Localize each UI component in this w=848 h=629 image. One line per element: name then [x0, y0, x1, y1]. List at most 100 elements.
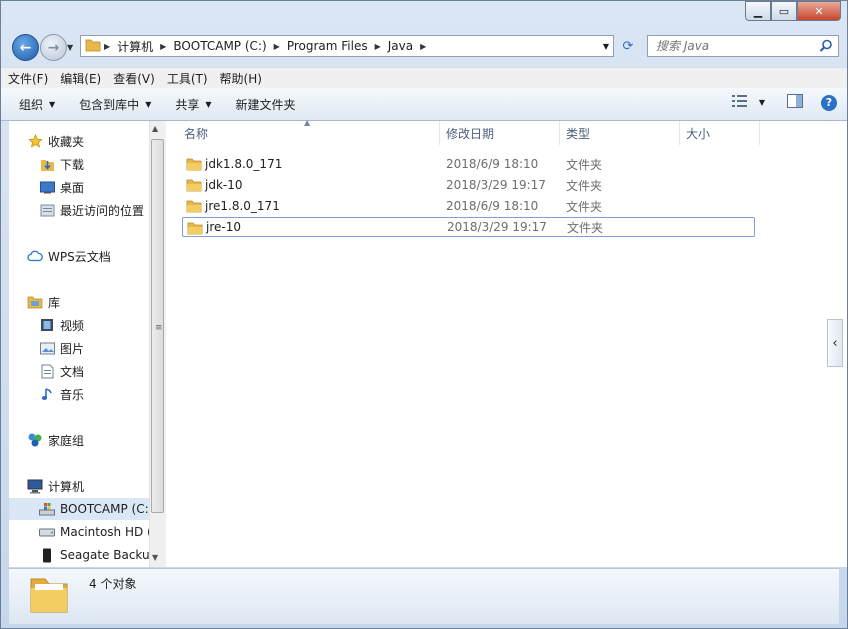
nav-homegroup[interactable]: 家庭组: [27, 429, 84, 451]
arrow-right-icon: →: [47, 39, 60, 56]
maximize-button[interactable]: ▭: [771, 1, 797, 21]
nav-seagate-label: Seagate Backup: [60, 548, 149, 562]
nav-documents-label: 文档: [60, 364, 85, 379]
file-name: jdk-10: [205, 178, 243, 192]
back-button[interactable]: ←: [12, 34, 39, 61]
navigation-pane: 收藏夹 下载 桌面 最近访问的位置 WPS云文档 库 视频 图片 文档 音乐 家…: [9, 121, 149, 567]
file-date: 2018/6/9 18:10: [446, 199, 539, 213]
forward-button[interactable]: →: [40, 34, 67, 61]
item-count: 4 个对象: [89, 577, 137, 591]
folder-icon: [186, 178, 202, 195]
file-type: 文件夹: [566, 199, 603, 214]
column-header-type[interactable]: 类型: [560, 121, 680, 145]
column-size-label: 大小: [686, 126, 711, 141]
scrollbar-thumb[interactable]: ≡: [151, 139, 164, 513]
recent-pages-dropdown[interactable]: ▼: [67, 43, 73, 52]
folder-icon: [85, 38, 101, 55]
search-icon[interactable]: [819, 39, 833, 56]
nav-downloads[interactable]: 下载: [39, 153, 84, 175]
breadcrumb-computer[interactable]: 计算机: [113, 38, 157, 55]
breadcrumb-separator-icon[interactable]: ▶: [372, 42, 384, 51]
preview-pane-toggle[interactable]: ‹: [827, 319, 843, 367]
file-name: jre1.8.0_171: [205, 199, 280, 213]
menu-file[interactable]: 文件(F): [3, 70, 53, 87]
column-type-label: 类型: [566, 126, 591, 141]
chevron-down-icon: ▼: [49, 99, 56, 109]
file-row[interactable]: jre1.8.0_171 2018/6/9 18:10 文件夹: [182, 196, 755, 216]
address-dropdown-icon[interactable]: ▼: [603, 42, 609, 51]
breadcrumb-separator-icon[interactable]: ▶: [157, 42, 169, 51]
navigation-row: ← → ▼ ▶ 计算机 ▶ BOOTCAMP (C:) ▶ Program Fi…: [1, 31, 847, 63]
breadcrumb-separator-icon[interactable]: ▶: [417, 42, 429, 51]
windows-drive-icon: [39, 501, 55, 517]
view-options-icon[interactable]: [731, 94, 749, 111]
file-name: jre-10: [206, 220, 241, 234]
breadcrumb-separator-icon[interactable]: ▶: [101, 42, 113, 51]
column-header-size[interactable]: 大小: [680, 121, 760, 145]
organize-button[interactable]: 组织 ▼: [13, 96, 61, 113]
breadcrumb-program-files[interactable]: Program Files: [283, 39, 372, 53]
star-icon: [27, 133, 43, 149]
nav-computer-label: 计算机: [48, 479, 85, 494]
view-options-dropdown-icon[interactable]: ▼: [759, 98, 765, 107]
folder-icon: [187, 221, 203, 238]
minimize-button[interactable]: ▁: [745, 1, 771, 21]
menu-view[interactable]: 查看(V): [108, 70, 160, 87]
window-controls: ▁ ▭ ✕: [745, 1, 841, 21]
file-row[interactable]: jre-10 2018/3/29 19:17 文件夹: [182, 217, 755, 237]
nav-desktop[interactable]: 桌面: [39, 176, 84, 198]
nav-videos[interactable]: 视频: [39, 314, 84, 336]
search-box[interactable]: [647, 35, 839, 57]
chevron-down-icon: ▼: [145, 99, 152, 109]
menu-edit[interactable]: 编辑(E): [55, 70, 106, 87]
nav-downloads-label: 下载: [60, 157, 85, 172]
nav-documents[interactable]: 文档: [39, 360, 84, 382]
refresh-button[interactable]: ⟳: [617, 35, 639, 57]
picture-icon: [39, 340, 55, 356]
file-type: 文件夹: [566, 178, 603, 193]
nav-desktop-label: 桌面: [60, 180, 85, 195]
menu-help[interactable]: 帮助(H): [215, 70, 267, 87]
breadcrumb-bootcamp[interactable]: BOOTCAMP (C:): [169, 39, 270, 53]
music-note-icon: [39, 386, 55, 402]
breadcrumb-java[interactable]: Java: [384, 39, 417, 53]
navigation-scrollbar[interactable]: ▲ ≡ ▼: [149, 121, 166, 567]
new-folder-button[interactable]: 新建文件夹: [230, 96, 302, 113]
file-list: ▲ 名称 修改日期 类型 大小 jdk1.8.0_171 2018/6/9 18…: [166, 118, 826, 567]
file-row[interactable]: jdk-10 2018/3/29 19:17 文件夹: [182, 175, 755, 195]
nav-music[interactable]: 音乐: [39, 383, 84, 405]
nav-wps-cloud[interactable]: WPS云文档: [27, 245, 111, 267]
library-icon: [27, 294, 43, 310]
scroll-up-icon[interactable]: ▲: [152, 124, 158, 133]
file-row[interactable]: jdk1.8.0_171 2018/6/9 18:10 文件夹: [182, 154, 755, 174]
nav-seagate-drive[interactable]: Seagate Backup: [39, 544, 149, 566]
nav-music-label: 音乐: [60, 387, 85, 402]
video-icon: [39, 317, 55, 333]
nav-bootcamp-drive[interactable]: BOOTCAMP (C:): [9, 498, 149, 520]
search-input[interactable]: [654, 38, 818, 54]
nav-computer[interactable]: 计算机: [27, 475, 84, 497]
file-name: jdk1.8.0_171: [205, 157, 283, 171]
nav-libraries[interactable]: 库: [27, 291, 60, 313]
address-bar[interactable]: ▶ 计算机 ▶ BOOTCAMP (C:) ▶ Program Files ▶ …: [80, 35, 614, 57]
chevron-left-icon: ‹: [832, 335, 838, 351]
column-header-date[interactable]: 修改日期: [440, 121, 560, 145]
menu-tools[interactable]: 工具(T): [162, 70, 213, 87]
nav-favorites[interactable]: 收藏夹: [27, 130, 84, 152]
scroll-down-icon[interactable]: ▼: [152, 553, 158, 562]
close-button[interactable]: ✕: [797, 1, 841, 21]
downloads-folder-icon: [39, 156, 55, 172]
share-button[interactable]: 共享 ▼: [169, 96, 217, 113]
nav-recent-places[interactable]: 最近访问的位置: [39, 199, 144, 221]
nav-macintosh-drive[interactable]: Macintosh HD (: [39, 521, 149, 543]
help-icon[interactable]: ?: [821, 94, 837, 111]
include-in-library-button[interactable]: 包含到库中 ▼: [73, 96, 157, 113]
large-folder-icon: [27, 573, 71, 620]
arrow-left-icon: ←: [19, 39, 32, 56]
preview-pane-icon[interactable]: [787, 94, 803, 111]
title-bar[interactable]: ▁ ▭ ✕: [1, 1, 847, 31]
details-pane: 4 个对象: [9, 568, 839, 624]
breadcrumb-separator-icon[interactable]: ▶: [271, 42, 283, 51]
nav-pictures[interactable]: 图片: [39, 337, 84, 359]
column-header-name[interactable]: 名称: [178, 121, 440, 145]
